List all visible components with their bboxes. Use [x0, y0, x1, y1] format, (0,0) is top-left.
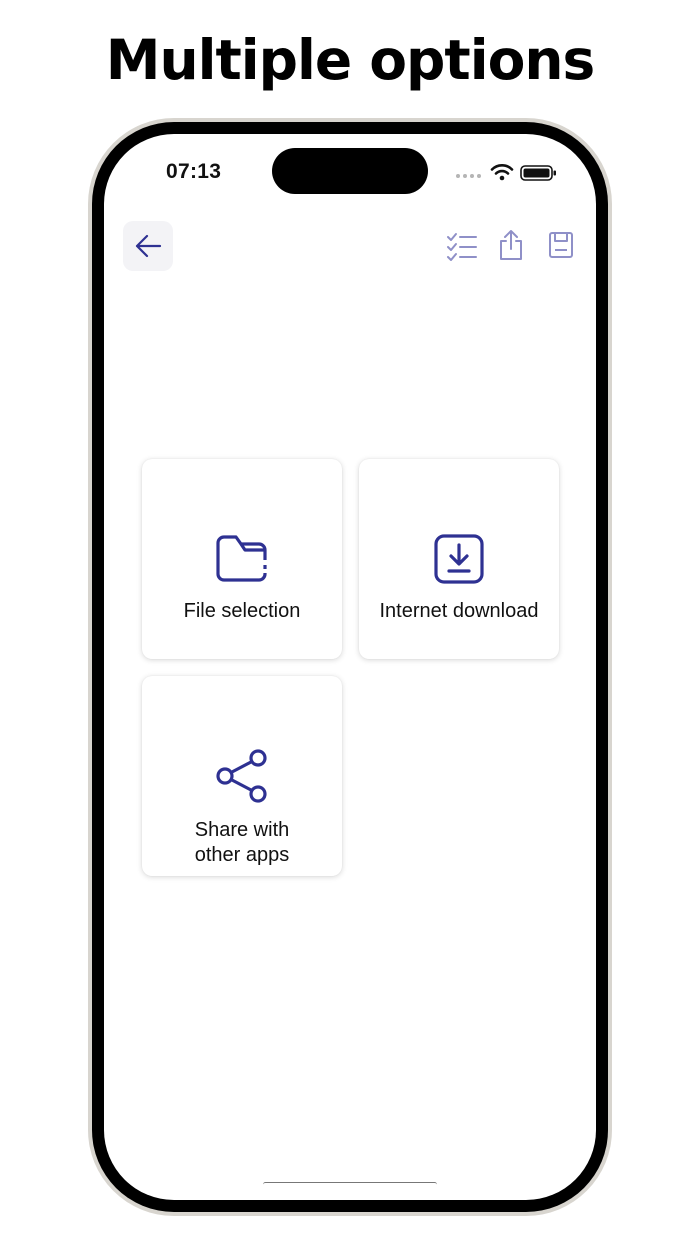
option-share-with-other-apps[interactable]: Share with other apps [142, 676, 342, 876]
home-indicator[interactable] [263, 1182, 437, 1187]
option-file-selection[interactable]: File selection [142, 459, 342, 659]
headline: Multiple options [105, 28, 596, 92]
option-label-line: other apps [194, 844, 290, 866]
option-label: Internet download [379, 600, 539, 622]
share-nodes-icon [214, 748, 270, 804]
option-label-line: Share with [194, 819, 290, 841]
checklist-icon[interactable] [446, 231, 478, 263]
option-internet-download[interactable]: Internet download [359, 459, 559, 659]
dynamic-island [272, 148, 428, 194]
back-button[interactable] [123, 221, 173, 271]
share-upload-icon[interactable] [498, 229, 524, 261]
battery-icon [520, 165, 556, 181]
phone-screen: 07:13 File selection Internet download S… [104, 134, 596, 1200]
cellular-signal-icon [456, 174, 481, 178]
wifi-icon [490, 164, 514, 181]
folder-icon [214, 531, 270, 587]
option-label: Share with other apps [147, 818, 337, 868]
arrow-left-icon [135, 234, 162, 258]
option-label: File selection [183, 600, 301, 622]
floppy-save-icon[interactable] [548, 231, 574, 259]
download-box-icon [431, 531, 487, 587]
status-time: 07:13 [166, 160, 222, 183]
